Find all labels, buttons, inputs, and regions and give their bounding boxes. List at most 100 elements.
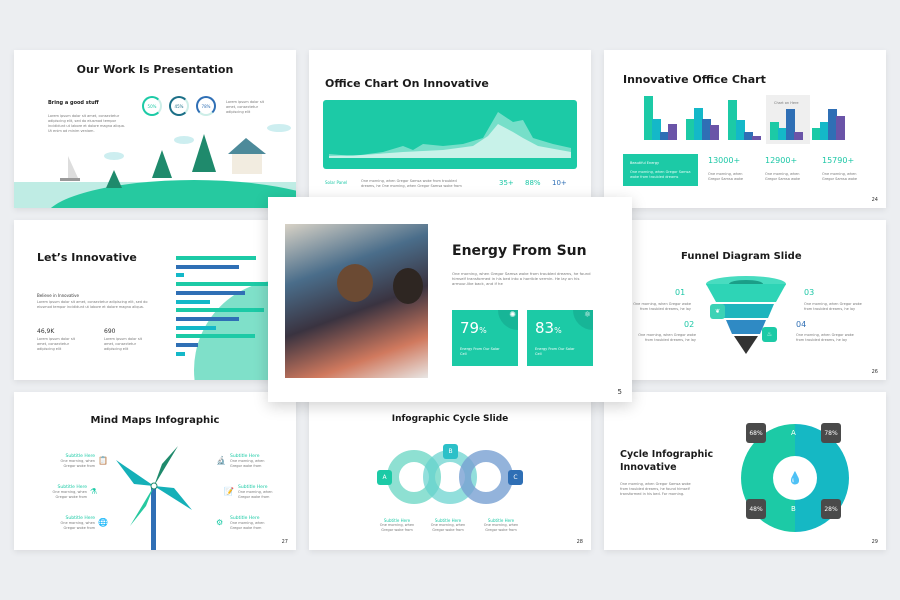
mindmap-item: Subtitle Here One morning, when Gregor wo…	[50, 516, 95, 531]
bar	[176, 282, 276, 287]
drop-icon-badge: ♨	[762, 327, 777, 342]
bar	[836, 116, 845, 140]
bar	[176, 290, 245, 295]
item-text: One morning, when Gregor woke from	[230, 521, 265, 530]
item-icon: 📋	[98, 456, 108, 465]
mindmap-item: Subtitle Here One morning, when Gregor wo…	[50, 454, 95, 469]
page-number: 26	[871, 369, 878, 375]
ring-2: 45%	[169, 96, 189, 116]
stat-1: 46,9K	[37, 328, 55, 335]
cycle-item: Subtitle Here One morning, when Gregor wo…	[377, 518, 417, 533]
step-3-text: One morning, when Gregor woke from troub…	[804, 302, 862, 311]
bar	[176, 256, 256, 260]
step-2-text: One morning, when Gregor woke from troub…	[638, 333, 696, 342]
slide-infographic-cycle[interactable]: Infographic Cycle Slide A B C Subtitle H…	[309, 392, 591, 550]
body-text: Lorem ipsum dolor sit amet, consectetur …	[37, 300, 148, 309]
stat-1-text: One morning, when Gregor Samsa woke	[708, 172, 744, 181]
slide-title: Cycle Infographic Innovative	[620, 449, 714, 473]
bar	[176, 351, 185, 356]
stat-value: 79	[460, 319, 480, 337]
slide-title: Energy From Sun	[452, 243, 587, 259]
stat-1: 13000+	[708, 156, 741, 165]
info-card: Beautiful Energy One morning, when Grego…	[623, 154, 698, 186]
person-2	[393, 268, 423, 304]
slide-mind-maps[interactable]: Mind Maps Infographic Subtitle Here One m…	[14, 392, 296, 550]
mindmap-item: Subtitle Here One morning, when Gregor wo…	[230, 516, 275, 531]
stat-68: 68%	[746, 423, 766, 443]
bar	[176, 343, 198, 347]
bar	[752, 135, 761, 140]
cycle-item: Subtitle Here One morning, when Gregor wo…	[428, 518, 468, 533]
item-icon: 🔬	[216, 456, 226, 465]
slide-title: Innovative Office Chart	[623, 73, 766, 86]
mindmap-item: Subtitle Here One morning, when Gregor wo…	[238, 485, 283, 500]
page-number: 24	[871, 197, 878, 203]
area-chart	[329, 112, 571, 158]
item-text: One morning, when Gregor woke from	[52, 490, 87, 499]
card-body: One morning, when Gregor Samsa woke from…	[630, 170, 691, 179]
bar	[176, 299, 210, 304]
subtitle: Believe in Innovative	[37, 293, 79, 298]
bar	[668, 124, 677, 140]
stat-48: 48%	[746, 499, 766, 519]
atom-icon: ⚛	[573, 310, 593, 330]
stat-2-text: One morning, when Gregor Samsa woke	[765, 172, 801, 181]
slide-funnel[interactable]: Funnel Diagram Slide ❦ ♨ 01 One morning,…	[604, 220, 886, 380]
page-number: 5	[617, 388, 622, 396]
bar	[794, 132, 803, 140]
ring-1: 50%	[142, 96, 162, 116]
stat-2: 12900+	[765, 156, 798, 165]
side-text: Lorem ipsum dolor sit amet, consectetur …	[226, 100, 265, 114]
slide-our-work[interactable]: Our Work Is Presentation Bring a good st…	[14, 50, 296, 208]
area-chart-panel	[323, 100, 577, 169]
stat-text: Energy From Our Solar Cell	[535, 347, 575, 356]
ring-3: 78%	[196, 96, 216, 116]
stat-3: 10+	[552, 179, 567, 187]
item-text: One morning, when Gregor woke from	[230, 459, 265, 468]
page-number: 27	[281, 539, 288, 545]
stat-unit: %	[479, 326, 487, 335]
stat-2: 690	[104, 328, 116, 335]
slide-office-chart[interactable]: Office Chart On Innovative Solar Panel O…	[309, 50, 591, 208]
bar	[176, 316, 239, 321]
item-icon: 📝	[224, 487, 234, 496]
slide-title: Mind Maps Infographic	[90, 415, 220, 426]
stat-card-1: ✺ 79% Energy From Our Solar Cell	[452, 310, 518, 366]
card-title: Beautiful Energy	[630, 161, 660, 165]
slide-title: Funnel Diagram Slide	[681, 251, 802, 262]
item-icon: 🌐	[98, 518, 108, 527]
slide-title: Let’s Innovative	[37, 251, 137, 264]
stat-unit: %	[554, 326, 562, 335]
item-text: One morning, when Gregor woke from	[60, 459, 95, 468]
bar	[176, 325, 216, 330]
cycle-ring-c	[459, 450, 513, 504]
body-text: One morning, when Gregor Samsa woke from…	[452, 271, 591, 286]
slide-lets-innovative[interactable]: Let’s Innovative Believe in Innovative L…	[14, 220, 296, 380]
landscape-illustration	[14, 124, 296, 208]
pinwheel-illustration	[116, 446, 192, 550]
stat-2: 88%	[525, 179, 541, 187]
stat-value: 83	[535, 319, 555, 337]
stat-1-text: Lorem ipsum dolor sit amet, consectetur …	[37, 337, 76, 351]
step-1-text: One morning, when Gregor woke from troub…	[633, 302, 691, 311]
stat-1: 35+	[499, 179, 514, 187]
cycle-item: Subtitle Here One morning, when Gregor wo…	[481, 518, 521, 533]
slide-innovative-office-chart[interactable]: Innovative Office Chart Chart on Here Be…	[604, 50, 886, 208]
letter-b: B	[791, 505, 796, 513]
bar	[176, 273, 184, 278]
page-number: 29	[871, 539, 878, 545]
step-2-number: 02	[684, 320, 695, 329]
body-text: One morning, when Gregor Samsa woke from…	[361, 179, 462, 188]
mindmap-item: Subtitle Here One morning, when Gregor wo…	[230, 454, 275, 469]
label-a: A	[377, 470, 392, 485]
item-text: One morning, when Gregor woke from	[483, 523, 519, 532]
featured-slide-energy[interactable]: Energy From Sun One morning, when Gregor…	[268, 197, 632, 402]
cycle-center: 💧	[773, 456, 817, 500]
item-icon: ⚗	[90, 487, 98, 496]
bar	[176, 264, 239, 269]
letter-a: A	[791, 429, 796, 437]
slide-cycle-infographic[interactable]: Cycle Infographic Innovative One morning…	[604, 392, 886, 550]
item-text: One morning, when Gregor woke from	[379, 523, 415, 532]
label-c: C	[508, 470, 523, 485]
bar	[176, 334, 255, 339]
